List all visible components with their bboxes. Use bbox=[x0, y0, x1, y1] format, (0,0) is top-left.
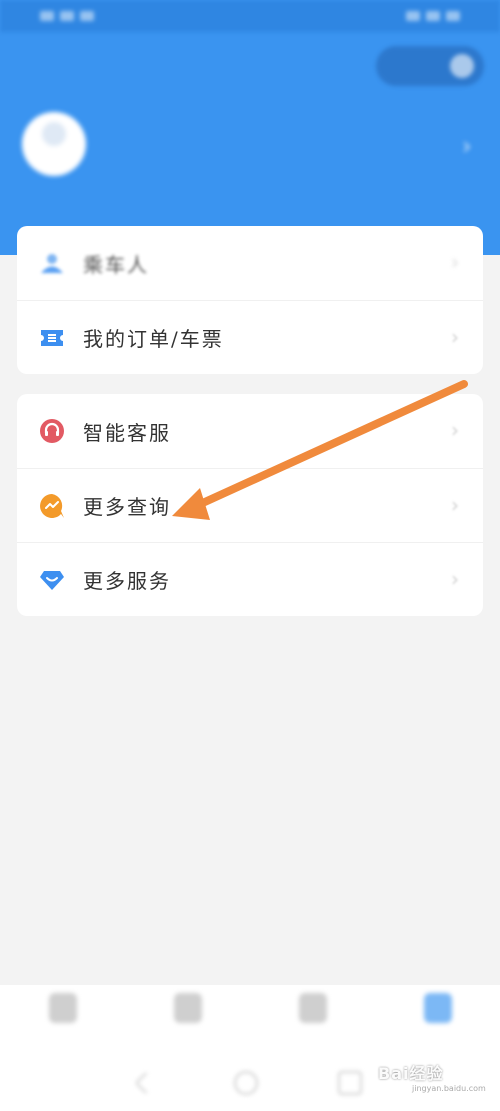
menu-card-account: 乘车人 › 我的订单/车票 › bbox=[17, 226, 483, 374]
nav-tab-3[interactable] bbox=[250, 993, 375, 1053]
menu-item-customer-service[interactable]: 智能客服 › bbox=[17, 394, 483, 468]
back-icon[interactable] bbox=[134, 1071, 158, 1095]
settings-icon bbox=[450, 54, 474, 78]
menu-item-passengers[interactable]: 乘车人 › bbox=[17, 226, 483, 300]
chevron-right-icon: › bbox=[462, 132, 472, 160]
ticket-nav-icon bbox=[298, 993, 327, 1023]
diamond-icon bbox=[39, 567, 65, 593]
menu-item-label: 乘车人 bbox=[83, 252, 149, 277]
nav-tab-2[interactable] bbox=[125, 993, 250, 1053]
chevron-right-icon: › bbox=[451, 567, 459, 591]
chevron-right-icon: › bbox=[451, 325, 459, 349]
watermark-url: jingyan.baidu.com bbox=[412, 1084, 486, 1093]
ticket-icon bbox=[39, 325, 65, 351]
chevron-right-icon: › bbox=[451, 493, 459, 517]
watermark-logo: Bai经验 bbox=[378, 1064, 444, 1083]
chevron-right-icon: › bbox=[451, 418, 459, 442]
menu-card-services: 智能客服 › 更多查询 › 更多服务 › bbox=[17, 394, 483, 616]
menu-item-label: 智能客服 bbox=[83, 420, 171, 445]
home-button-icon[interactable] bbox=[234, 1071, 258, 1095]
menu-item-label: 我的订单/车票 bbox=[83, 327, 224, 351]
passenger-icon bbox=[39, 250, 65, 276]
menu-item-label: 更多查询 bbox=[83, 495, 171, 519]
home-icon bbox=[48, 993, 77, 1023]
status-bar bbox=[0, 0, 500, 32]
profile-section[interactable]: › bbox=[22, 112, 492, 188]
menu-item-more-services[interactable]: 更多服务 › bbox=[17, 542, 483, 616]
nav-tab-mine[interactable] bbox=[375, 993, 500, 1053]
chart-bubble-icon bbox=[39, 493, 65, 519]
user-icon bbox=[423, 993, 452, 1023]
recent-apps-icon[interactable] bbox=[338, 1071, 362, 1095]
avatar bbox=[22, 112, 86, 176]
chevron-right-icon: › bbox=[451, 250, 459, 274]
nav-tab-1[interactable] bbox=[0, 993, 125, 1053]
menu-item-label: 更多服务 bbox=[83, 569, 171, 593]
menu-item-orders[interactable]: 我的订单/车票 › bbox=[17, 300, 483, 374]
headset-icon bbox=[39, 418, 65, 444]
header-settings-pill[interactable] bbox=[376, 46, 484, 86]
menu-item-more-queries[interactable]: 更多查询 › bbox=[17, 468, 483, 542]
train-icon bbox=[173, 993, 202, 1023]
